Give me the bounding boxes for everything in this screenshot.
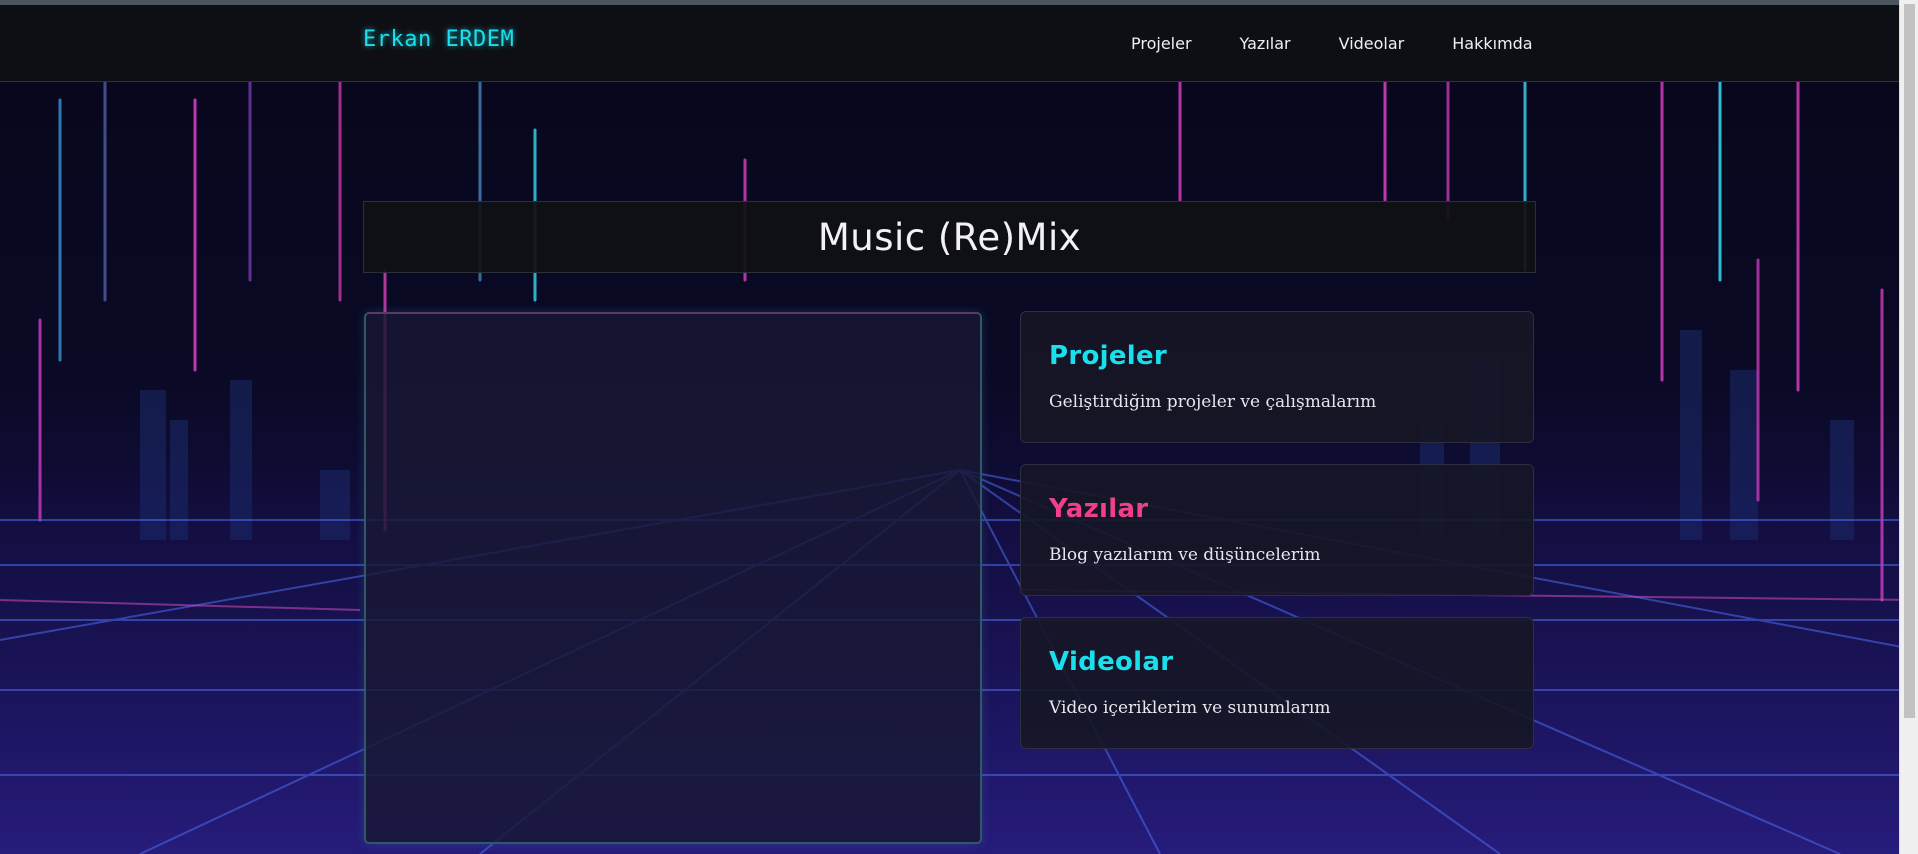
main-nav: Projeler Yazılar Videolar Hakkımda <box>1131 34 1533 53</box>
page-scrollbar[interactable] <box>1899 0 1918 854</box>
nav-item-videolar[interactable]: Videolar <box>1339 34 1405 53</box>
site-header: Erkan ERDEM Projeler Yazılar Videolar Ha… <box>0 5 1900 82</box>
brand-logo[interactable]: Erkan ERDEM <box>363 27 514 52</box>
card-title-videolar: Videolar <box>1049 647 1174 677</box>
card-title-projeler: Projeler <box>1049 341 1168 371</box>
card-description-videolar: Video içeriklerim ve sunumlarım <box>1049 698 1331 718</box>
scrollbar-thumb[interactable] <box>1904 4 1915 718</box>
card-videolar[interactable]: Videolar Video içeriklerim ve sunumlarım <box>1020 617 1534 749</box>
nav-item-hakkimda[interactable]: Hakkımda <box>1452 34 1532 53</box>
card-description-projeler: Geliştirdiğim projeler ve çalışmalarım <box>1049 392 1377 412</box>
video-player-panel[interactable] <box>364 312 982 844</box>
card-yazilar[interactable]: Yazılar Blog yazılarım ve düşüncelerim <box>1020 464 1534 596</box>
page-title: Music (Re)Mix <box>817 215 1082 259</box>
page-title-bar: Music (Re)Mix <box>363 201 1536 273</box>
page: Erkan ERDEM Projeler Yazılar Videolar Ha… <box>0 0 1918 854</box>
nav-item-projeler[interactable]: Projeler <box>1131 34 1192 53</box>
card-description-yazilar: Blog yazılarım ve düşüncelerim <box>1049 545 1321 565</box>
nav-item-yazilar[interactable]: Yazılar <box>1240 34 1291 53</box>
card-projeler[interactable]: Projeler Geliştirdiğim projeler ve çalış… <box>1020 311 1534 443</box>
card-title-yazilar: Yazılar <box>1049 494 1149 524</box>
